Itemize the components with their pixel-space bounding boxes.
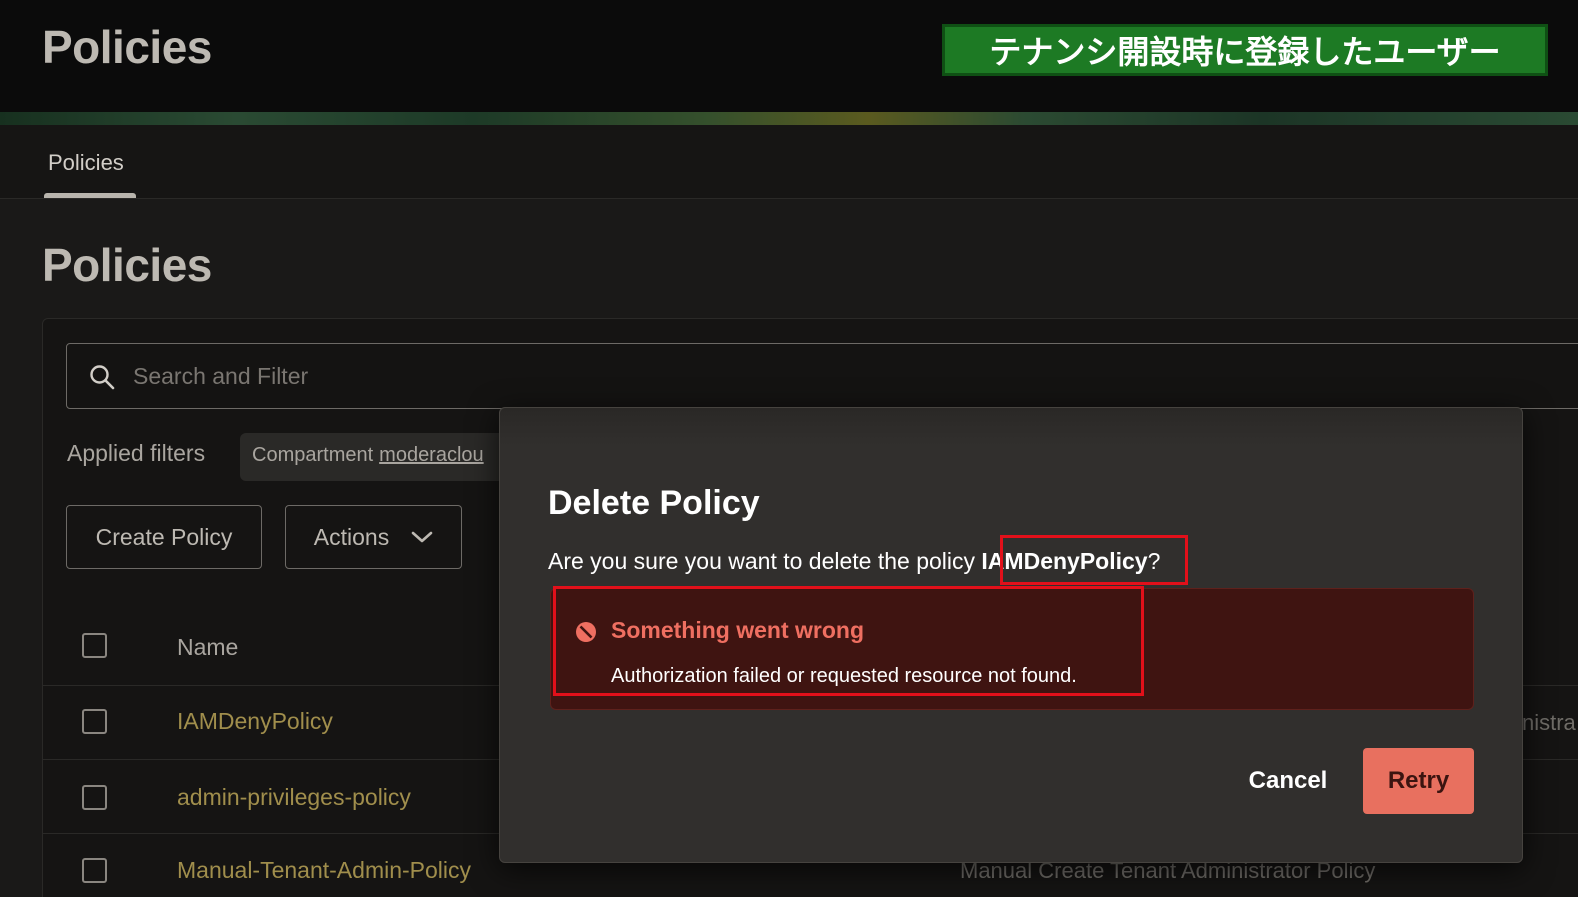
row-checkbox[interactable] [82,858,107,883]
search-input[interactable] [133,358,833,394]
row-checkbox[interactable] [82,785,107,810]
cancel-button[interactable]: Cancel [1230,748,1346,814]
policy-link-manual-tenant-admin-policy[interactable]: Manual-Tenant-Admin-Policy [177,857,471,884]
top-header: Policies テナンシ開設時に登録したユーザー [0,0,1578,112]
dialog-top-edge [500,408,1522,446]
column-header-name[interactable]: Name [177,634,238,661]
question-prefix: Are you sure you want to delete the poli… [548,548,982,574]
filter-chip-compartment[interactable]: Compartment moderaclou [240,433,530,481]
header-title: Policies [42,21,212,73]
row-checkbox[interactable] [82,709,107,734]
annotation-highlight-error [553,586,1144,696]
decorative-banner-strip [0,112,1578,125]
dialog-title: Delete Policy [548,484,760,522]
filter-chip-value[interactable]: moderaclou [379,444,484,466]
applied-filters-label: Applied filters [67,440,206,466]
annotation-callout-banner: テナンシ開設時に登録したユーザー [942,24,1548,76]
actions-menu-button[interactable]: Actions [285,505,462,569]
chevron-down-icon [411,531,433,543]
tab-bar: Policies [0,125,1578,199]
actions-label: Actions [313,523,390,550]
page-title: Policies [42,239,212,291]
search-icon [90,365,115,390]
tab-policies[interactable]: Policies [48,150,124,176]
create-policy-button[interactable]: Create Policy [66,505,262,569]
policy-link-iamdenypolicy[interactable]: IAMDenyPolicy [177,708,333,735]
policy-link-admin-privileges-policy[interactable]: admin-privileges-policy [177,784,411,811]
search-box[interactable] [66,343,1578,409]
annotation-highlight-policy-name [1000,535,1188,585]
filter-chip-key: Compartment [252,444,374,466]
policy-description: nistra [1522,710,1576,735]
select-all-checkbox[interactable] [82,633,107,658]
retry-button[interactable]: Retry [1363,748,1474,814]
active-tab-indicator [44,193,136,198]
